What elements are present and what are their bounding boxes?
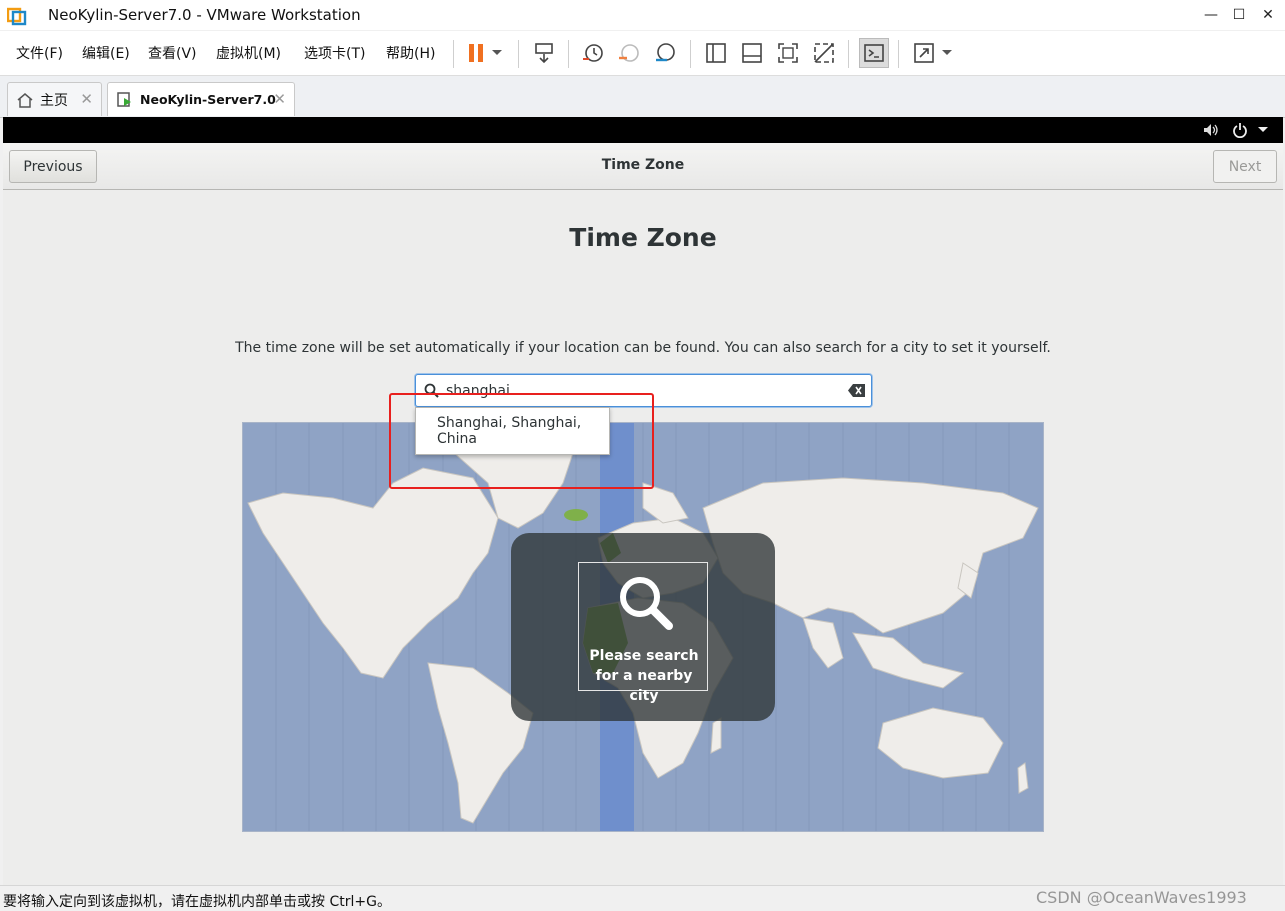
stretch-view-icon[interactable]	[909, 38, 939, 68]
revert-snapshot-icon[interactable]	[614, 38, 644, 68]
vmware-window: NeoKylin-Server7.0 - VMware Workstation …	[0, 0, 1285, 911]
menu-toolbar: 文件(F) 编辑(E) 查看(V) 虚拟机(M) 选项卡(T) 帮助(H)	[0, 31, 1285, 76]
pause-dropdown-icon[interactable]	[487, 38, 507, 68]
vm-display[interactable]: Previous Time Zone Next Time Zone The ti…	[3, 117, 1283, 885]
city-search-box[interactable]	[415, 374, 872, 407]
snapshot-icon[interactable]	[578, 38, 608, 68]
search-icon	[424, 383, 439, 398]
status-bar: 要将输入定向到该虚拟机，请在虚拟机内部单击或按 Ctrl+G。 CSDN @Oc…	[0, 885, 1285, 911]
volume-icon[interactable]	[1203, 123, 1219, 137]
title-bar: NeoKylin-Server7.0 - VMware Workstation …	[0, 0, 1285, 31]
sidebar-toggle-icon[interactable]	[701, 38, 731, 68]
status-text: 要将输入定向到该虚拟机，请在虚拟机内部单击或按 Ctrl+G。	[3, 894, 391, 910]
tab-vm-label: NeoKylin-Server7.0	[140, 92, 276, 107]
window-title: NeoKylin-Server7.0 - VMware Workstation	[48, 6, 361, 24]
installer-timezone-screen: Previous Time Zone Next Time Zone The ti…	[3, 143, 1283, 885]
thumbnail-bar-icon[interactable]	[737, 38, 767, 68]
toolbar-separator	[518, 40, 519, 68]
city-suggestion-popup: Shanghai, Shanghai, China	[415, 407, 610, 455]
menu-tabs[interactable]: 选项卡(T)	[304, 43, 365, 63]
vmware-logo-icon	[7, 7, 27, 26]
watermark-text: CSDN @OceanWaves1993	[1036, 888, 1247, 907]
vm-running-icon	[117, 91, 131, 107]
magnifier-icon	[620, 577, 673, 630]
toolbar-separator	[453, 40, 454, 68]
toolbar-separator	[568, 40, 569, 68]
tab-home[interactable]: 主页 ✕	[7, 82, 102, 116]
close-window-button[interactable]: ✕	[1253, 3, 1283, 27]
city-search-input[interactable]	[446, 380, 826, 402]
close-tab-icon[interactable]: ✕	[273, 90, 286, 108]
header-title: Time Zone	[601, 157, 685, 173]
timezone-description: The time zone will be set automatically …	[235, 340, 1051, 356]
menu-help[interactable]: 帮助(H)	[386, 43, 435, 63]
menu-view[interactable]: 查看(V)	[148, 43, 197, 63]
snapshot-manager-icon[interactable]	[650, 38, 680, 68]
full-screen-icon[interactable]	[773, 38, 803, 68]
minimize-button[interactable]: —	[1196, 3, 1226, 27]
maximize-button[interactable]: ☐	[1224, 3, 1254, 27]
close-tab-icon[interactable]: ✕	[80, 90, 93, 108]
menu-vm[interactable]: 虚拟机(M)	[216, 43, 281, 63]
search-hint-box: Please search for a nearby city	[578, 562, 708, 704]
menu-edit[interactable]: 编辑(E)	[82, 43, 130, 63]
search-hint-text: Please search for a nearby city	[589, 648, 699, 704]
system-menu-arrow-icon[interactable]	[1258, 127, 1268, 133]
installer-header-bar: Previous Time Zone Next	[3, 143, 1283, 190]
city-suggestion-item[interactable]: Shanghai, Shanghai, China	[437, 415, 609, 447]
page-title: Time Zone	[569, 223, 717, 252]
toolbar-separator	[690, 40, 691, 68]
tab-home-label: 主页	[40, 92, 68, 109]
toolbar-separator	[898, 40, 899, 68]
console-view-icon[interactable]	[859, 38, 889, 68]
send-ctrl-alt-del-icon[interactable]	[529, 38, 559, 68]
home-icon	[17, 92, 33, 108]
tab-vm[interactable]: NeoKylin-Server7.0 ✕	[107, 82, 295, 116]
tab-bar: 主页 ✕ NeoKylin-Server7.0 ✕	[0, 76, 1285, 118]
unity-icon[interactable]	[809, 38, 839, 68]
clear-text-icon[interactable]	[848, 384, 865, 397]
stretch-dropdown-icon[interactable]	[937, 38, 957, 68]
power-icon[interactable]	[1232, 122, 1248, 138]
search-hint-overlay: Please search for a nearby city	[511, 533, 775, 721]
menu-file[interactable]: 文件(F)	[16, 43, 63, 63]
guest-top-bar	[3, 117, 1283, 143]
toolbar-separator	[848, 40, 849, 68]
next-button[interactable]: Next	[1213, 150, 1277, 183]
